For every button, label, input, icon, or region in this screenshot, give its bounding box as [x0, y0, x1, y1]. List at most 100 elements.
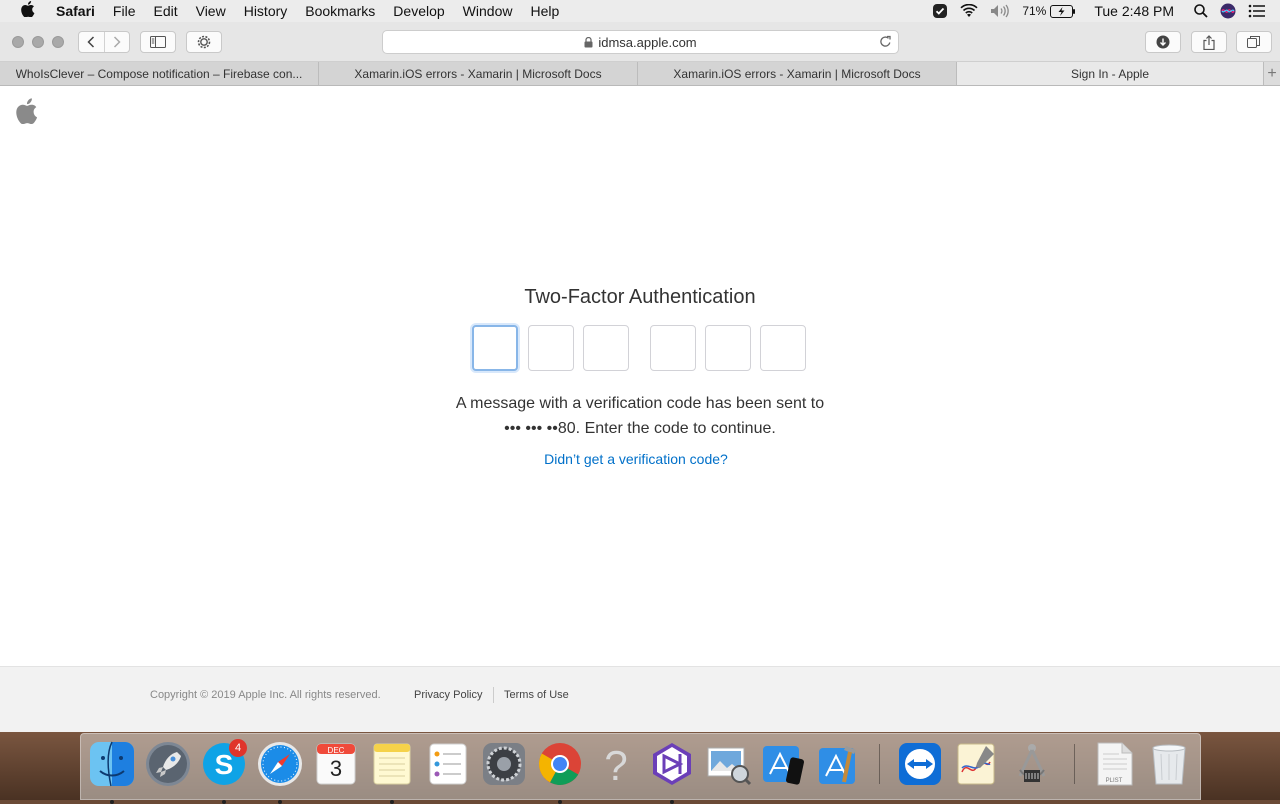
menu-bookmarks[interactable]: Bookmarks [296, 3, 384, 19]
menu-window[interactable]: Window [454, 3, 522, 19]
tab-sign-in-apple[interactable]: Sign In - Apple [957, 62, 1264, 85]
dock-divider [879, 744, 880, 784]
terms-of-use-link[interactable]: Terms of Use [504, 689, 569, 701]
skype-icon[interactable]: S 4 [200, 739, 248, 804]
preview-icon[interactable] [704, 740, 752, 788]
teamviewer-icon[interactable] [896, 740, 944, 788]
grapher-icon[interactable] [952, 740, 1000, 788]
share-button[interactable] [1191, 31, 1227, 53]
menu-history[interactable]: History [235, 3, 297, 19]
apple-logo-icon[interactable] [16, 98, 38, 129]
url-text[interactable]: idmsa.apple.com [598, 35, 696, 50]
wifi-icon[interactable] [960, 4, 978, 18]
calendar-month: DEC [327, 746, 345, 755]
gear-icon [197, 35, 211, 49]
battery-percent: 71% [1022, 4, 1047, 18]
menu-file[interactable]: File [104, 3, 145, 19]
copyright-text: Copyright © 2019 Apple Inc. All rights r… [150, 689, 381, 701]
plist-label: PLIST [1105, 778, 1123, 784]
downloads-button[interactable] [1145, 31, 1181, 53]
code-digit-3-input[interactable] [583, 325, 629, 371]
new-tab-button[interactable]: + [1264, 62, 1280, 85]
launchpad-icon[interactable] [144, 740, 192, 788]
visual-studio-icon[interactable] [648, 740, 696, 804]
code-digit-1-input[interactable] [472, 325, 518, 371]
tab-overview-button[interactable] [1236, 31, 1272, 53]
notes-icon[interactable] [368, 740, 416, 804]
system-preferences-icon[interactable] [480, 740, 528, 788]
browser-toolbar: idmsa.apple.com [0, 22, 1280, 62]
sidebar-toggle-button[interactable] [140, 31, 176, 53]
tab-bar: WhoIsClever – Compose notification – Fir… [0, 62, 1280, 86]
battery-icon[interactable] [1050, 4, 1076, 18]
menu-help[interactable]: Help [521, 3, 568, 19]
finder-icon[interactable] [88, 740, 136, 804]
status-check-icon[interactable] [932, 3, 948, 19]
help-icon[interactable]: ? [592, 740, 640, 788]
close-window-button[interactable] [12, 36, 24, 48]
calendar-icon[interactable]: DEC 3 [312, 740, 360, 788]
window-controls [12, 36, 72, 48]
safari-icon[interactable] [256, 740, 304, 804]
tabs-overview-icon [1247, 36, 1260, 48]
spotlight-search-icon[interactable] [1194, 4, 1208, 18]
dock: S 4 DEC 3 ? PLIST [80, 733, 1201, 804]
forward-button[interactable] [103, 32, 130, 52]
minimize-window-button[interactable] [32, 36, 44, 48]
calendar-day: 3 [329, 756, 343, 781]
code-digit-6-input[interactable] [760, 325, 806, 371]
menu-bar: Safari File Edit View History Bookmarks … [0, 0, 1280, 22]
plist-file-icon[interactable]: PLIST [1090, 740, 1138, 788]
code-digit-4-input[interactable] [650, 325, 696, 371]
dock-divider [1074, 744, 1075, 784]
privacy-policy-link[interactable]: Privacy Policy [414, 689, 482, 701]
reminders-icon[interactable] [424, 740, 472, 788]
menu-edit[interactable]: Edit [144, 3, 186, 19]
tab-xamarin-errors-2[interactable]: Xamarin.iOS errors - Xamarin | Microsoft… [638, 62, 957, 85]
running-indicator [222, 800, 226, 804]
chrome-icon[interactable] [536, 740, 584, 804]
extension-settings-button[interactable] [186, 31, 222, 53]
apple-menu-icon[interactable] [0, 0, 56, 22]
zoom-window-button[interactable] [52, 36, 64, 48]
chevron-left-icon [87, 36, 95, 48]
running-indicator [390, 800, 394, 804]
volume-icon[interactable] [990, 4, 1010, 18]
menu-develop[interactable]: Develop [384, 3, 453, 19]
running-indicator [670, 800, 674, 804]
footer-divider [493, 687, 494, 703]
tab-whoisclever[interactable]: WhoIsClever – Compose notification – Fir… [0, 62, 319, 85]
xcode-icon[interactable] [816, 740, 864, 788]
chevron-right-icon [113, 36, 121, 48]
tab-title: WhoIsClever – Compose notification – Fir… [15, 66, 303, 81]
menu-view[interactable]: View [187, 3, 235, 19]
trash-icon[interactable] [1145, 740, 1193, 788]
tab-title: Sign In - Apple [1070, 66, 1150, 81]
page-title: Two-Factor Authentication [524, 286, 756, 308]
code-digit-5-input[interactable] [705, 325, 751, 371]
instruments-icon[interactable] [1008, 740, 1056, 788]
tab-title: Xamarin.iOS errors - Xamarin | Microsoft… [354, 66, 602, 81]
notification-center-icon[interactable] [1248, 4, 1266, 18]
verification-message-line-1: A message with a verification code has b… [455, 395, 825, 412]
address-bar[interactable]: idmsa.apple.com [382, 30, 899, 54]
menubar-clock[interactable]: Tue 2:48 PM [1094, 3, 1174, 19]
siri-icon[interactable] [1220, 3, 1236, 19]
running-indicator [110, 800, 114, 804]
code-digit-2-input[interactable] [528, 325, 574, 371]
page-content: Two-Factor Authentication A message with… [0, 86, 1280, 732]
menu-safari[interactable]: Safari [56, 3, 104, 19]
running-indicator [278, 800, 282, 804]
verification-message: A message with a verification code has b… [0, 391, 1280, 441]
running-indicator [558, 800, 562, 804]
tab-xamarin-errors-1[interactable]: Xamarin.iOS errors - Xamarin | Microsoft… [319, 62, 638, 85]
navigation-buttons [78, 31, 130, 53]
back-button[interactable] [79, 32, 104, 52]
page-footer: Copyright © 2019 Apple Inc. All rights r… [0, 666, 1280, 732]
share-icon [1203, 34, 1215, 50]
skype-notification-badge: 4 [229, 739, 247, 757]
verification-message-line-2: ••• ••• ••80. Enter the code to continue… [504, 420, 776, 437]
resend-code-link[interactable]: Didn’t get a verification code? [0, 451, 1272, 467]
reload-icon[interactable] [879, 35, 892, 48]
simulator-icon[interactable] [760, 740, 808, 788]
